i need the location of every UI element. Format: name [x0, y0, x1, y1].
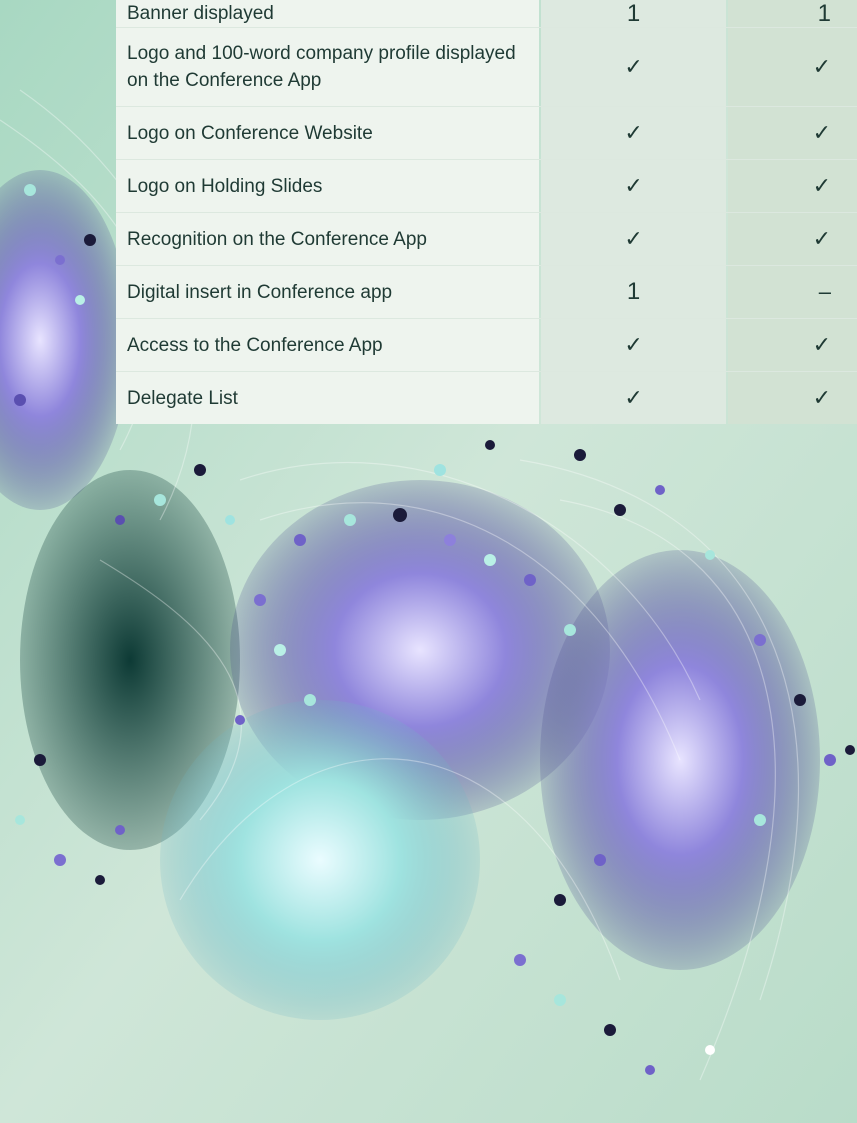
table-row: Logo and 100-word company profile displa…: [116, 28, 857, 107]
column-b-text: ✓: [812, 226, 832, 251]
column-b-value: ✓: [728, 28, 857, 106]
column-b-value: ✓: [728, 372, 857, 424]
row-label: Logo and 100-word company profile displa…: [116, 28, 539, 106]
column-b-value: ✓: [728, 319, 857, 371]
table-row: Access to the Conference App ✓ ✓: [116, 319, 857, 372]
column-a-text: ✓: [624, 173, 643, 198]
column-b-text: –: [818, 279, 832, 304]
column-a-text: ✓: [624, 54, 643, 79]
column-a-value: ✓: [540, 160, 727, 212]
column-a-text: 1: [626, 0, 641, 27]
table-row: Logo on Conference Website ✓ ✓: [116, 107, 857, 160]
column-a-value: ✓: [540, 28, 727, 106]
column-b-text: ✓: [812, 385, 832, 410]
column-b-value: 1: [728, 0, 857, 27]
table-row: Digital insert in Conference app 1 –: [116, 266, 857, 319]
row-label: Digital insert in Conference app: [116, 266, 539, 318]
column-b-text: 1: [817, 0, 832, 27]
column-a-value: 1: [540, 266, 727, 318]
column-a-text: ✓: [624, 120, 643, 145]
column-a-text: ✓: [624, 385, 643, 410]
table-row: Delegate List ✓ ✓: [116, 372, 857, 424]
column-a-value: ✓: [540, 372, 727, 424]
column-b-text: ✓: [812, 173, 832, 198]
column-b-value: –: [728, 266, 857, 318]
column-a-value: ✓: [540, 319, 727, 371]
row-label: Delegate List: [116, 372, 539, 424]
table-row: Banner displayed 1 1: [116, 0, 857, 28]
table-row: Recognition on the Conference App ✓ ✓: [116, 213, 857, 266]
row-label: Banner displayed: [116, 0, 539, 27]
column-b-text: ✓: [812, 120, 832, 145]
column-b-value: ✓: [728, 213, 857, 265]
row-label: Logo on Conference Website: [116, 107, 539, 159]
column-a-text: 1: [626, 278, 641, 305]
row-label: Logo on Holding Slides: [116, 160, 539, 212]
column-a-value: ✓: [540, 107, 727, 159]
row-label: Recognition on the Conference App: [116, 213, 539, 265]
table-row: Logo on Holding Slides ✓ ✓: [116, 160, 857, 213]
column-b-value: ✓: [728, 160, 857, 212]
column-b-text: ✓: [812, 332, 832, 357]
benefits-table: Banner displayed 1 1 Logo and 100-word comp…: [116, 0, 857, 424]
column-b-text: ✓: [812, 54, 832, 79]
column-a-text: ✓: [624, 226, 643, 251]
column-a-value: 1: [540, 0, 727, 27]
column-b-value: ✓: [728, 107, 857, 159]
row-label: Access to the Conference App: [116, 319, 539, 371]
column-a-value: ✓: [540, 213, 727, 265]
column-a-text: ✓: [624, 332, 643, 357]
